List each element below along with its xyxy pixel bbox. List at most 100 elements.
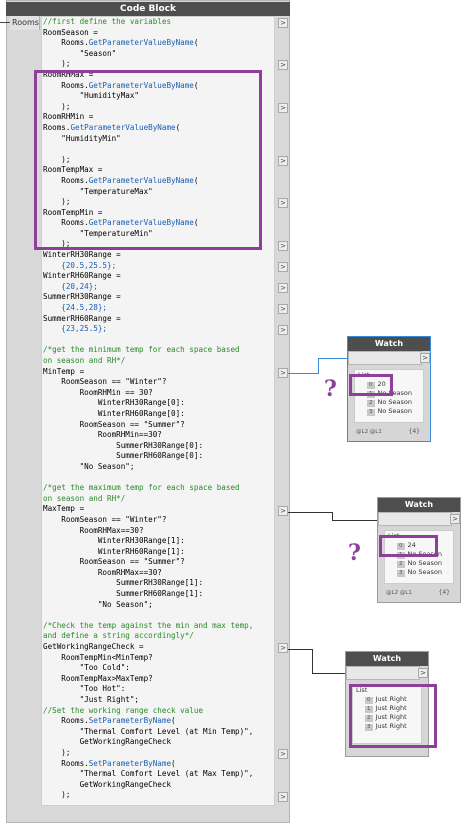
wire-mintemp[interactable] bbox=[318, 358, 348, 359]
code-line[interactable]: ); bbox=[43, 59, 70, 68]
output-port[interactable]: > bbox=[278, 643, 288, 654]
output-port[interactable]: > bbox=[278, 240, 288, 251]
code-line[interactable]: and define a string accordingly*/ bbox=[43, 631, 194, 640]
code-line[interactable]: "No Season"; bbox=[43, 600, 153, 609]
code-line[interactable]: RoomRHMin==30? bbox=[43, 430, 162, 439]
output-port[interactable]: > bbox=[278, 749, 288, 760]
code-line[interactable]: Rooms.SetParameterByName( bbox=[43, 759, 175, 768]
highlight-watch-value bbox=[349, 374, 393, 396]
wire-mintemp[interactable] bbox=[288, 373, 318, 374]
code-line[interactable]: GetWorkingRangeCheck bbox=[43, 780, 171, 789]
code-line[interactable]: RoomRHMax==30? bbox=[43, 526, 144, 535]
code-line[interactable]: "Just Right"; bbox=[43, 695, 139, 704]
output-port[interactable]: > bbox=[278, 198, 288, 209]
watch-input-port[interactable] bbox=[346, 666, 420, 680]
code-line[interactable]: "Thermal Comfort Level (at Min Temp)", bbox=[43, 727, 254, 736]
code-line[interactable]: Rooms.GetParameterValueByName( bbox=[43, 38, 198, 47]
code-line[interactable]: "Too Hot": bbox=[43, 684, 126, 693]
highlight-watch-value bbox=[349, 684, 437, 748]
code-line[interactable]: RoomSeason = bbox=[43, 28, 98, 37]
list-item: 2 No Season bbox=[397, 559, 442, 568]
question-mark-annotation: ? bbox=[348, 540, 361, 566]
code-line[interactable]: RoomSeason == "Summer"? bbox=[43, 557, 185, 566]
code-line[interactable]: on season and RH*/ bbox=[43, 494, 125, 503]
code-line[interactable]: WinterRH30Range = bbox=[43, 250, 121, 259]
code-line[interactable]: "Season" bbox=[43, 49, 117, 58]
code-line[interactable]: GetWorkingRangeCheck = bbox=[43, 642, 144, 651]
output-port[interactable]: > bbox=[278, 283, 288, 293]
code-block-title[interactable]: Code Block bbox=[6, 2, 290, 16]
code-line[interactable]: RoomSeason == "Winter"? bbox=[43, 515, 166, 524]
output-port[interactable]: > bbox=[278, 155, 288, 166]
code-line[interactable]: //Set the working range check value bbox=[43, 706, 203, 715]
list-count: {4} bbox=[438, 589, 450, 596]
list-item: 2 No Season bbox=[367, 398, 412, 407]
code-line[interactable]: "No Season"; bbox=[43, 462, 135, 471]
code-line[interactable]: RoomSeason == "Summer"? bbox=[43, 420, 185, 429]
list-item: 3 No Season bbox=[397, 568, 442, 577]
output-port[interactable]: > bbox=[278, 261, 288, 272]
output-port[interactable]: > bbox=[278, 304, 288, 315]
output-port[interactable]: > bbox=[278, 102, 288, 113]
wire-maxtemp[interactable] bbox=[332, 520, 377, 521]
output-port[interactable]: > bbox=[278, 791, 288, 802]
code-line[interactable]: MaxTemp = bbox=[43, 504, 84, 513]
code-line[interactable]: SummerRH30Range = bbox=[43, 292, 121, 301]
code-line[interactable]: /*get the maximum temp for each space ba… bbox=[43, 483, 240, 492]
code-line[interactable]: /*Check the temp against the min and max… bbox=[43, 621, 253, 630]
watch-output-port[interactable]: > bbox=[450, 514, 460, 524]
code-line[interactable]: RoomSeason == "Winter"? bbox=[43, 377, 166, 386]
code-line[interactable]: {23,25.5}; bbox=[43, 324, 107, 333]
code-line[interactable]: SummerRH60Range[0]: bbox=[43, 451, 203, 460]
code-line[interactable]: SummerRH30Range[0]: bbox=[43, 441, 203, 450]
wire-maxtemp[interactable] bbox=[288, 512, 332, 513]
code-line[interactable]: RoomRHMax==30? bbox=[43, 568, 162, 577]
code-line[interactable]: WinterRH30Range[1]: bbox=[43, 536, 185, 545]
code-line[interactable]: SummerRH60Range[1]: bbox=[43, 589, 203, 598]
code-line[interactable]: /*get the minimum temp for each space ba… bbox=[43, 345, 240, 354]
code-line[interactable]: {24.5,28}; bbox=[43, 303, 107, 312]
output-port[interactable]: > bbox=[278, 60, 288, 71]
watch-title[interactable]: Watch bbox=[378, 498, 460, 512]
code-line[interactable]: //first define the variables bbox=[43, 17, 171, 26]
output-port[interactable]: > bbox=[278, 505, 288, 516]
code-line[interactable]: RoomTempMax>MaxTemp? bbox=[43, 674, 152, 683]
watch-output-port[interactable]: > bbox=[418, 668, 428, 678]
code-line[interactable]: RoomTempMin<MinTemp? bbox=[43, 653, 152, 662]
code-line[interactable]: WinterRH30Range[0]: bbox=[43, 398, 185, 407]
watch-title[interactable]: Watch bbox=[346, 652, 428, 666]
code-line[interactable]: SummerRH60Range = bbox=[43, 314, 121, 323]
code-line[interactable]: {20,24}; bbox=[43, 282, 98, 291]
code-line[interactable]: WinterRH60Range[1]: bbox=[43, 547, 185, 556]
code-line[interactable]: {20.5,25.5}; bbox=[43, 261, 116, 270]
input-port-rooms[interactable]: Rooms bbox=[10, 16, 40, 30]
highlight-variables-box bbox=[34, 70, 262, 250]
wire-working-range[interactable] bbox=[312, 649, 313, 674]
code-line[interactable]: RoomRHMin == 30? bbox=[43, 388, 153, 397]
code-line[interactable]: ); bbox=[43, 748, 70, 757]
code-line[interactable]: ); bbox=[43, 790, 70, 799]
wire-working-range[interactable] bbox=[288, 649, 312, 650]
input-wire bbox=[0, 22, 10, 23]
wire-working-range[interactable] bbox=[312, 673, 345, 674]
code-line[interactable]: "Too Cold": bbox=[43, 663, 130, 672]
list-count: {4} bbox=[408, 428, 420, 435]
question-mark-annotation: ? bbox=[324, 376, 337, 402]
code-line[interactable]: SummerRH30Range[1]: bbox=[43, 578, 203, 587]
code-line[interactable]: WinterRH60Range = bbox=[43, 271, 121, 280]
watch-input-port[interactable] bbox=[378, 512, 452, 526]
output-port[interactable]: > bbox=[278, 18, 288, 28]
watch-output-port[interactable]: > bbox=[420, 353, 430, 363]
output-port[interactable]: > bbox=[278, 325, 288, 336]
watch-input-port[interactable] bbox=[348, 351, 422, 365]
wire-mintemp[interactable] bbox=[318, 358, 319, 374]
code-line[interactable]: WinterRH60Range[0]: bbox=[43, 409, 185, 418]
code-line[interactable]: Rooms.SetParameterByName( bbox=[43, 716, 175, 725]
list-levels: @L2 @L1 bbox=[386, 590, 412, 596]
code-line[interactable]: "Thermal Comfort Level (at Max Temp)", bbox=[43, 769, 254, 778]
watch-title[interactable]: Watch bbox=[348, 337, 430, 351]
code-line[interactable]: on season and RH*/ bbox=[43, 356, 125, 365]
code-line[interactable]: MinTemp = bbox=[43, 367, 84, 376]
code-line[interactable]: GetWorkingRangeCheck bbox=[43, 737, 171, 746]
output-port[interactable]: > bbox=[278, 367, 288, 378]
